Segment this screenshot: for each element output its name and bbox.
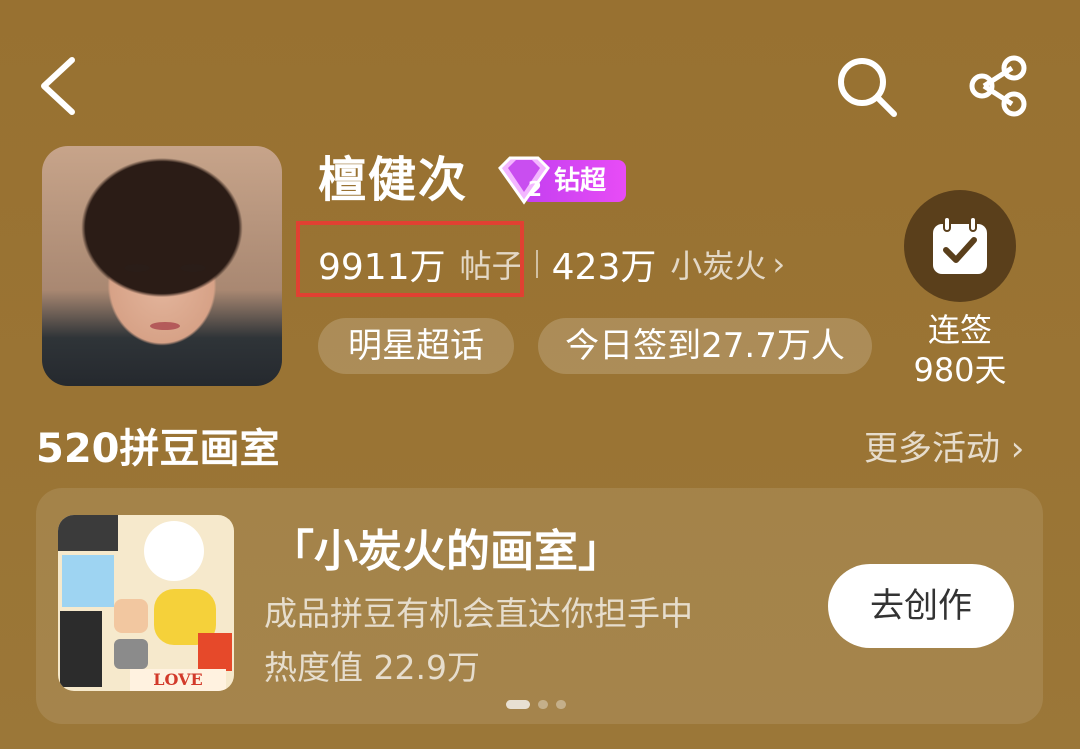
search-icon[interactable]	[834, 54, 900, 120]
profile-name: 檀健次	[318, 152, 469, 208]
thumb-block	[62, 555, 114, 607]
more-activities-link[interactable]: 更多活动 ›	[864, 424, 1024, 474]
checkin-days: 980天	[913, 351, 1007, 389]
avatar[interactable]	[42, 146, 282, 386]
thumb-block	[114, 599, 148, 633]
section-title: 520拼豆画室	[36, 426, 280, 472]
share-icon[interactable]	[966, 54, 1032, 120]
carousel-dot-active[interactable]	[506, 700, 530, 709]
carousel-dot[interactable]	[538, 700, 548, 709]
avatar-mouth	[150, 322, 180, 330]
calendar-check-icon	[933, 216, 987, 274]
chevron-right-icon[interactable]: ›	[772, 245, 785, 283]
thumb-block	[198, 633, 232, 671]
badge-level: 2	[528, 177, 542, 201]
thumb-block	[58, 515, 118, 551]
tag-star-supertopic[interactable]: 明星超话	[318, 318, 514, 374]
posts-highlight-box	[296, 221, 524, 297]
stats-divider	[535, 250, 538, 278]
diamond-icon: 2	[494, 156, 554, 206]
tag-checkin-count[interactable]: 今日签到27.7万人	[538, 318, 872, 374]
fans-count[interactable]: 423万	[552, 238, 657, 290]
thumb-love-text: LOVE	[130, 669, 226, 691]
checkin-button[interactable]	[904, 190, 1016, 302]
vip-badge[interactable]: 2 钻超	[494, 156, 626, 205]
back-icon[interactable]	[36, 54, 84, 118]
card-title: 「小炭火的画室」	[270, 526, 622, 577]
avatar-eye	[180, 264, 206, 272]
activity-thumbnail: LOVE	[58, 515, 234, 691]
thumb-block	[144, 521, 204, 581]
checkin-label: 连签 980天	[880, 310, 1040, 390]
thumb-block	[60, 611, 102, 687]
thumb-block	[114, 639, 148, 669]
carousel-dots	[506, 700, 566, 710]
avatar-eye	[124, 264, 150, 272]
checkin-line1: 连签	[927, 311, 992, 349]
badge-label: 钻超	[554, 166, 607, 196]
card-heat-value: 热度值 22.9万	[264, 648, 480, 687]
carousel-dot[interactable]	[556, 700, 566, 709]
create-button[interactable]: 去创作	[828, 564, 1014, 648]
fans-label[interactable]: 小炭火	[670, 241, 766, 287]
card-subtitle: 成品拼豆有机会直达你担手中	[264, 594, 693, 633]
